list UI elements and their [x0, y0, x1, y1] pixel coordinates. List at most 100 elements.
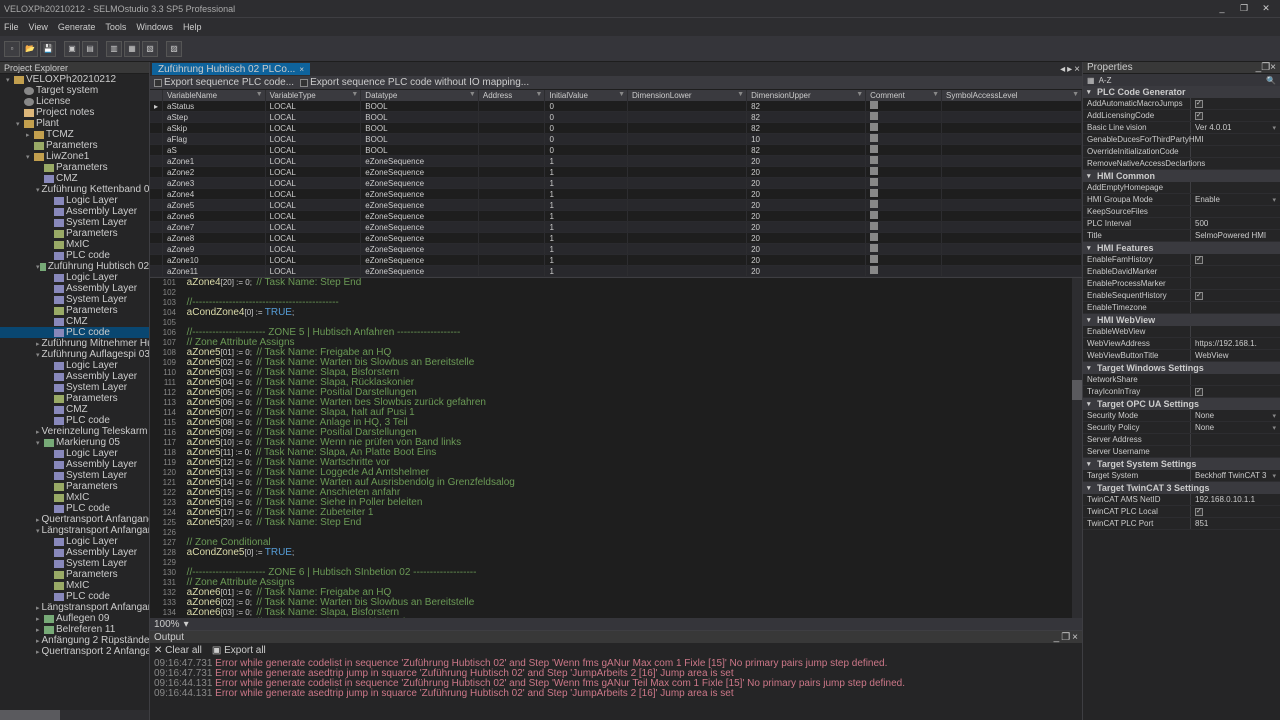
tree-item[interactable]: Logic Layer [0, 536, 149, 547]
tab-next-icon[interactable]: ▸ [1067, 64, 1072, 75]
menu-help[interactable]: Help [183, 22, 202, 32]
deploy-icon[interactable]: ▤ [82, 41, 98, 57]
tree-item[interactable]: PLC code [0, 327, 149, 338]
prop-row[interactable]: PLC Interval500 [1083, 218, 1280, 230]
prop-row[interactable]: EnableDavidMarker [1083, 266, 1280, 278]
tree-item[interactable]: ▸Quertransport Anfangang 1 [0, 514, 149, 525]
tree-item[interactable]: Logic Layer [0, 272, 149, 283]
project-tree[interactable]: ▾VELOXPh20210212Target systemLicenseProj… [0, 74, 149, 710]
prop-row[interactable]: EnableSequentHistory [1083, 290, 1280, 302]
tree-item[interactable]: CMZ [0, 316, 149, 327]
table-row[interactable]: aZone4LOCALeZoneSequence120 [150, 189, 1082, 200]
tool3-icon[interactable]: ▧ [142, 41, 158, 57]
clear-all-button[interactable]: ✕ Clear all [154, 645, 202, 656]
tree-item[interactable]: CMZ [0, 173, 149, 184]
prop-row[interactable]: AddLicensingCode [1083, 110, 1280, 122]
sort-az-icon[interactable]: A-Z [1099, 76, 1112, 85]
prop-row[interactable]: TitleSelmoPowered HMI [1083, 230, 1280, 242]
tab-prev-icon[interactable]: ◂ [1060, 64, 1065, 75]
prop-category[interactable]: ▾Target System Settings [1083, 458, 1280, 470]
tree-item[interactable]: Logic Layer [0, 448, 149, 459]
tree-item[interactable]: ▾Markierung 05 [0, 437, 149, 448]
tree-item[interactable]: Assembly Layer [0, 371, 149, 382]
prop-row[interactable]: TrayIconInTray [1083, 386, 1280, 398]
save-icon[interactable]: 💾 [40, 41, 56, 57]
table-row[interactable]: aZone1LOCALeZoneSequence120 [150, 156, 1082, 167]
props-close-icon[interactable]: × [1270, 62, 1276, 73]
output-min-icon[interactable]: _ [1054, 632, 1060, 643]
tree-item[interactable]: Assembly Layer [0, 283, 149, 294]
export-plc-noio-button[interactable]: Export sequence PLC code without IO mapp… [300, 77, 529, 88]
props-max-icon[interactable]: ❐ [1261, 62, 1270, 73]
tree-item[interactable]: ▸Längstransport Anfangang 10 [0, 602, 149, 613]
prop-row[interactable]: RemoveNativeAccessDeclartions [1083, 158, 1280, 170]
tree-item[interactable]: Parameters [0, 481, 149, 492]
tree-item[interactable]: License [0, 96, 149, 107]
table-row[interactable]: aZone8LOCALeZoneSequence120 [150, 233, 1082, 244]
prop-row[interactable]: WebViewButtonTitleWebView [1083, 350, 1280, 362]
prop-category[interactable]: ▾Target Windows Settings [1083, 362, 1280, 374]
tree-item[interactable]: ▸Anfängung 2 Rüpständer 14 [0, 635, 149, 646]
table-row[interactable]: aSLOCALBOOL082 [150, 145, 1082, 156]
prop-row[interactable]: HMI Groupa ModeEnable [1083, 194, 1280, 206]
tree-item[interactable]: ▸Belreferen 11 [0, 624, 149, 635]
table-row[interactable]: aFlagLOCALBOOL010 [150, 134, 1082, 145]
tree-item[interactable]: ▾Längstransport Anfangang [0, 525, 149, 536]
tree-item[interactable]: Assembly Layer [0, 206, 149, 217]
tree-item[interactable]: ▾Zuführung Auflagespi 03 [0, 349, 149, 360]
prop-category[interactable]: ▾Target OPC UA Settings [1083, 398, 1280, 410]
prop-row[interactable]: EnableWebView [1083, 326, 1280, 338]
prop-row[interactable]: TwinCAT PLC Local [1083, 506, 1280, 518]
explorer-hscroll[interactable] [0, 710, 149, 720]
tree-item[interactable]: Project notes [0, 107, 149, 118]
prop-category[interactable]: ▾HMI Common [1083, 170, 1280, 182]
tree-item[interactable]: System Layer [0, 470, 149, 481]
tree-item[interactable]: Parameters [0, 393, 149, 404]
prop-row[interactable]: NetworkShare [1083, 374, 1280, 386]
menu-view[interactable]: View [29, 22, 48, 32]
prop-row[interactable]: AddAutomaticMacroJumps [1083, 98, 1280, 110]
code-editor[interactable]: 101 102 103 104 105 106 107 108 109 110 … [150, 278, 1082, 618]
zoom-value[interactable]: 100% [154, 619, 180, 630]
prop-row[interactable]: AddEmptyHomepage [1083, 182, 1280, 194]
tree-item[interactable]: Target system [0, 85, 149, 96]
tree-item[interactable]: Parameters [0, 569, 149, 580]
tab-plccode[interactable]: Zuführung Hubtisch 02 PLCo... × [152, 63, 310, 75]
output-max-icon[interactable]: ❐ [1061, 632, 1070, 643]
prop-row[interactable]: GenableDucesForThirdPartyHMI [1083, 134, 1280, 146]
table-row[interactable]: aZone11LOCALeZoneSequence120 [150, 266, 1082, 277]
tree-item[interactable]: ▸Auflegen 09 [0, 613, 149, 624]
tree-item[interactable]: System Layer [0, 558, 149, 569]
tree-item[interactable]: MxIC [0, 580, 149, 591]
prop-row[interactable]: Security ModeNone [1083, 410, 1280, 422]
tool-icon[interactable]: ▥ [106, 41, 122, 57]
table-row[interactable]: aSkipLOCALBOOL082 [150, 123, 1082, 134]
variable-grid[interactable]: VariableName▼VariableType▼Datatype▼Addre… [150, 90, 1082, 278]
tree-item[interactable]: ▾LiwZone1 [0, 151, 149, 162]
tool2-icon[interactable]: ▦ [124, 41, 140, 57]
prop-row[interactable]: Target SystemBeckhoff TwinCAT 3 [1083, 470, 1280, 482]
prop-row[interactable]: EnableTimezone [1083, 302, 1280, 314]
prop-row[interactable]: EnableFamHistory [1083, 254, 1280, 266]
table-row[interactable]: aZone2LOCALeZoneSequence120 [150, 167, 1082, 178]
table-row[interactable]: ▸aStatusLOCALBOOL082 [150, 101, 1082, 112]
minimize-icon[interactable]: _ [1212, 3, 1232, 14]
tree-item[interactable]: ▸TCMZ [0, 129, 149, 140]
tree-item[interactable]: Logic Layer [0, 195, 149, 206]
new-icon[interactable]: ▫ [4, 41, 20, 57]
properties-body[interactable]: ▾PLC Code GeneratorAddAutomaticMacroJump… [1083, 86, 1280, 720]
code-text[interactable]: aZone4[20] := 0; // Task Name: Step End … [180, 278, 1072, 618]
tree-item[interactable]: MxIC [0, 239, 149, 250]
table-row[interactable]: aZone3LOCALeZoneSequence120 [150, 178, 1082, 189]
tree-item[interactable]: ▾Zuführung Hubtisch 02 [0, 261, 149, 272]
tree-item[interactable]: PLC code [0, 503, 149, 514]
tree-item[interactable]: PLC code [0, 250, 149, 261]
search-icon[interactable]: 🔍 [1266, 76, 1276, 85]
prop-row[interactable]: WebViewAddresshttps://192.168.1. [1083, 338, 1280, 350]
export-all-button[interactable]: ▣ Export all [212, 645, 266, 656]
prop-row[interactable]: TwinCAT AMS NetID192.168.0.10.1.1 [1083, 494, 1280, 506]
prop-category[interactable]: ▾Target TwinCAT 3 Settings [1083, 482, 1280, 494]
tree-item[interactable]: Assembly Layer [0, 547, 149, 558]
tree-item[interactable]: System Layer [0, 217, 149, 228]
table-row[interactable]: aZone10LOCALeZoneSequence120 [150, 255, 1082, 266]
